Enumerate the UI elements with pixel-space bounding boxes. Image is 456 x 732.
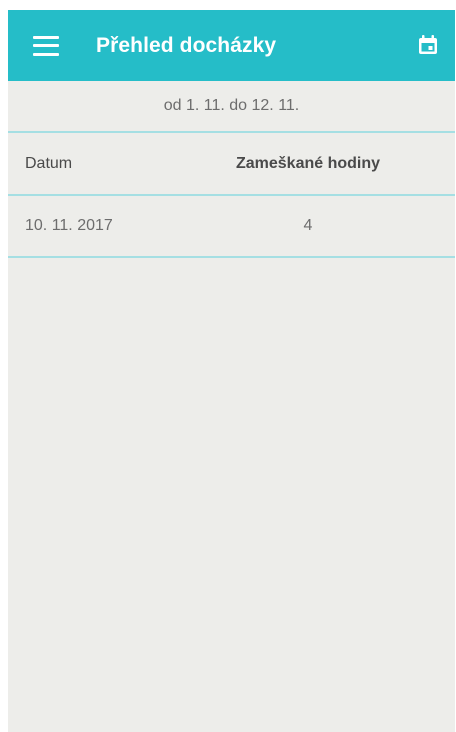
column-header-date: Datum	[25, 154, 73, 172]
app-bar: Přehled docházky	[8, 10, 455, 81]
page-title: Přehled docházky	[96, 33, 277, 57]
column-header-hours: Zameškané hodiny	[235, 154, 381, 172]
date-range-selector[interactable]: od 1. 11. do 12. 11.	[8, 81, 455, 133]
calendar-icon[interactable]	[417, 34, 439, 56]
table-row[interactable]: 10. 11. 2017 4	[8, 196, 455, 258]
menu-icon[interactable]	[33, 35, 59, 56]
table-header: Datum Zameškané hodiny	[8, 133, 455, 196]
row-hours: 4	[303, 217, 313, 234]
row-date: 10. 11. 2017	[25, 217, 113, 234]
date-range-label: od 1. 11. do 12. 11.	[163, 97, 300, 114]
attendance-screen: Přehled docházky od 1. 11. do 12. 11. Da…	[8, 10, 455, 732]
